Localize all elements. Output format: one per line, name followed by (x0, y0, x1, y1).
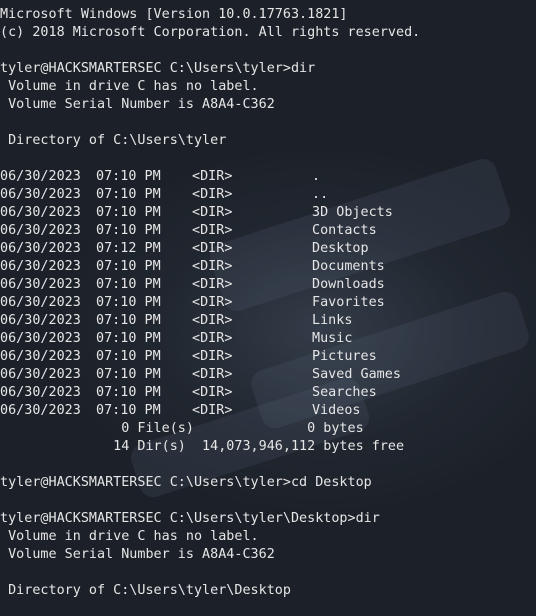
directory-entry-row: 06/30/2023 07:10 PM <DIR> Saved Games (0, 366, 536, 384)
entry-name: Searches (312, 385, 377, 400)
directory-entry-row: 06/30/2023 07:10 PM <DIR> 3D Objects (0, 204, 536, 222)
entry-type: <DIR> (192, 367, 233, 382)
entry-type: <DIR> (192, 259, 233, 274)
entry-time: 07:10 PM (96, 403, 161, 418)
directory-entry-row: 06/30/2023 07:12 PM <DIR> Desktop (0, 240, 536, 258)
volume-serial-line: Volume Serial Number is A8A4-C362 (0, 97, 275, 112)
command-line-cd: tyler@HACKSMARTERSEC C:\Users\tyler>cd D… (0, 475, 372, 490)
entry-name: Favorites (312, 295, 385, 310)
files-summary-line: 0 File(s) 0 bytes (0, 421, 364, 436)
entry-time: 07:10 PM (96, 295, 161, 310)
entry-date: 06/30/2023 (0, 187, 81, 202)
entry-type: <DIR> (192, 223, 233, 238)
directory-of-line: Directory of C:\Users\tyler (0, 133, 227, 148)
entry-date: 06/30/2023 (0, 385, 81, 400)
directory-entry-row: 06/30/2023 07:10 PM <DIR> Videos (0, 402, 536, 420)
directory-entry-row: 06/30/2023 07:10 PM <DIR> Downloads (0, 276, 536, 294)
entry-date: 06/30/2023 (0, 349, 81, 364)
entry-time: 07:10 PM (96, 313, 161, 328)
entry-name: Desktop (312, 241, 369, 256)
directory-entry-row: 06/30/2023 07:10 PM <DIR>.. (0, 186, 536, 204)
entry-date: 06/30/2023 (0, 205, 81, 220)
entry-time: 07:10 PM (96, 223, 161, 238)
entry-time: 07:10 PM (96, 277, 161, 292)
entry-type: <DIR> (192, 169, 233, 184)
entry-date: 06/30/2023 (0, 241, 81, 256)
entry-date: 06/30/2023 (0, 277, 81, 292)
entry-name: Saved Games (312, 367, 401, 382)
directory-entry-row: 06/30/2023 07:10 PM <DIR> Documents (0, 258, 536, 276)
directory-entry-row: 06/30/2023 07:10 PM <DIR> Searches (0, 384, 536, 402)
entry-name: .. (312, 187, 329, 202)
entry-time: 07:10 PM (96, 385, 161, 400)
entry-name: Videos (312, 403, 361, 418)
entry-type: <DIR> (192, 403, 233, 418)
entry-date: 06/30/2023 (0, 367, 81, 382)
directory-of-line-2: Directory of C:\Users\tyler\Desktop (0, 583, 291, 598)
volume-label-line-2: Volume in drive C has no label. (0, 529, 259, 544)
volume-label-line: Volume in drive C has no label. (0, 79, 259, 94)
entry-type: <DIR> (192, 241, 233, 256)
entry-time: 07:10 PM (96, 331, 161, 346)
entry-time: 07:10 PM (96, 205, 161, 220)
entry-time: 07:10 PM (96, 169, 161, 184)
entry-date: 06/30/2023 (0, 313, 81, 328)
entry-name: 3D Objects (312, 205, 393, 220)
entry-name: Music (312, 331, 353, 346)
entry-date: 06/30/2023 (0, 331, 81, 346)
directory-entry-row: 06/30/2023 07:10 PM <DIR> Links (0, 312, 536, 330)
header-version-line: Microsoft Windows [Version 10.0.17763.18… (0, 7, 348, 22)
entry-name: . (312, 169, 321, 184)
entry-name: Pictures (312, 349, 377, 364)
entry-type: <DIR> (192, 277, 233, 292)
entry-type: <DIR> (192, 349, 233, 364)
entry-type: <DIR> (192, 331, 233, 346)
entry-time: 07:10 PM (96, 259, 161, 274)
terminal-window[interactable]: Microsoft Windows [Version 10.0.17763.18… (0, 0, 536, 616)
directory-entry-row: 06/30/2023 07:10 PM <DIR>. (0, 168, 536, 186)
entry-type: <DIR> (192, 295, 233, 310)
entry-name: Links (312, 313, 353, 328)
entry-time: 07:10 PM (96, 367, 161, 382)
entry-time: 07:10 PM (96, 349, 161, 364)
directory-entry-row: 06/30/2023 07:10 PM <DIR> Contacts (0, 222, 536, 240)
entry-date: 06/30/2023 (0, 295, 81, 310)
entry-time: 07:12 PM (96, 241, 161, 256)
dirs-summary-line: 14 Dir(s) 14,073,946,112 bytes free (0, 439, 405, 454)
entry-type: <DIR> (192, 205, 233, 220)
entry-time: 07:10 PM (96, 187, 161, 202)
header-copyright-line: (c) 2018 Microsoft Corporation. All righ… (0, 25, 421, 40)
entry-date: 06/30/2023 (0, 259, 81, 274)
directory-entry-row: 06/30/2023 07:10 PM <DIR> Favorites (0, 294, 536, 312)
entry-type: <DIR> (192, 313, 233, 328)
command-line-dir: tyler@HACKSMARTERSEC C:\Users\tyler>dir (0, 61, 316, 76)
command-line-dir-desktop: tyler@HACKSMARTERSEC C:\Users\tyler\Desk… (0, 511, 380, 526)
entry-type: <DIR> (192, 385, 233, 400)
volume-serial-line-2: Volume Serial Number is A8A4-C362 (0, 547, 275, 562)
entry-name: Contacts (312, 223, 377, 238)
entry-type: <DIR> (192, 187, 233, 202)
entry-date: 06/30/2023 (0, 169, 81, 184)
entry-date: 06/30/2023 (0, 223, 81, 238)
directory-entry-row: 06/30/2023 07:10 PM <DIR> Music (0, 330, 536, 348)
entry-name: Downloads (312, 277, 385, 292)
directory-entry-row: 06/30/2023 07:10 PM <DIR> Pictures (0, 348, 536, 366)
entry-date: 06/30/2023 (0, 403, 81, 418)
entry-name: Documents (312, 259, 385, 274)
